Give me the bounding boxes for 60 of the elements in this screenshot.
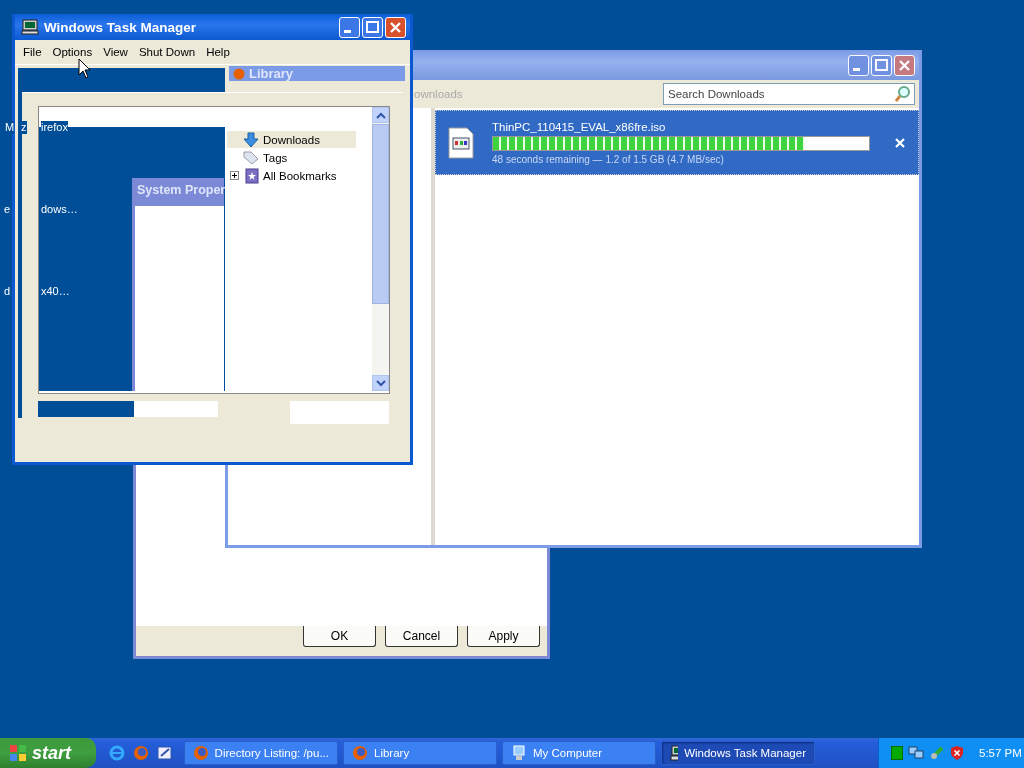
menu-item[interactable]: View [98, 46, 133, 58]
menu-item[interactable]: Help [201, 46, 235, 58]
file-name: ThinPC_110415_EVAL_x86fre.iso [492, 120, 667, 133]
network-icon[interactable] [908, 746, 924, 760]
cancel-icon[interactable] [894, 136, 906, 149]
menu-item[interactable]: Shut Down [133, 46, 201, 58]
computer-icon [21, 19, 39, 35]
expand-icon[interactable] [230, 171, 239, 180]
download-item[interactable]: ThinPC_110415_EVAL_x86fre.iso 48 seconds remaining — 1.2 of 1.5 GB (4.7 MB/sec) [435, 110, 919, 175]
taskbar-button[interactable]: Directory Listing: /pu... [184, 741, 338, 765]
scrollbar[interactable] [372, 107, 389, 391]
sidebar-item[interactable]: Downloads [227, 131, 356, 148]
file-icon [448, 126, 474, 159]
close-button[interactable] [385, 16, 406, 38]
maximize-icon [875, 59, 888, 71]
minimize-icon [853, 67, 860, 71]
desktop-icon-label: d [4, 285, 11, 298]
desktop-icon-label: irefox [41, 121, 68, 134]
scroll-down-icon[interactable] [372, 375, 389, 391]
close-icon [390, 21, 401, 33]
window-title: Windows Task Manager [44, 19, 197, 35]
desktop-icon-label: M [5, 121, 15, 134]
scroll-thumb[interactable] [372, 124, 389, 304]
window-title: Library [249, 66, 294, 81]
desktop-icon-label: z [21, 121, 27, 134]
browser-icon [352, 745, 368, 761]
computer-icon [511, 745, 527, 761]
computer-icon [670, 745, 679, 761]
tag-icon [243, 150, 259, 165]
browser-icon[interactable] [132, 744, 150, 762]
maximize-icon [366, 21, 379, 33]
sidebar-item[interactable]: All Bookmarks [227, 167, 356, 184]
shield-icon[interactable] [950, 745, 964, 761]
scroll-up-icon[interactable] [372, 107, 389, 123]
menu-item[interactable]: Options [47, 46, 98, 58]
browser-icon[interactable] [108, 744, 126, 762]
browser-icon [193, 745, 209, 761]
dialog-button[interactable]: Apply [467, 626, 540, 647]
desktop-icon-label: dows… [41, 203, 78, 216]
taskbar-button[interactable]: Windows Task Manager [661, 741, 815, 765]
maximize-button[interactable] [362, 16, 383, 38]
sidebar-item[interactable]: Tags [227, 149, 356, 166]
download-arrow-icon [243, 131, 259, 148]
minimize-icon [344, 29, 351, 33]
browser-icon [233, 67, 245, 80]
taskbar-button[interactable]: My Computer [502, 741, 656, 765]
close-icon [899, 59, 910, 71]
clock: 5:57 PM [979, 747, 1022, 759]
desktop-icon-label: x40… [41, 285, 70, 298]
book-icon [245, 167, 259, 184]
search-field[interactable]: Search Downloads [663, 83, 915, 105]
dialog-button[interactable]: OK [303, 626, 376, 647]
download-status: 48 seconds remaining — 1.2 of 1.5 GB (4.7 MB/sec) [492, 153, 725, 165]
search-icon [894, 85, 912, 103]
minimize-button[interactable] [339, 16, 360, 38]
windows-logo-icon [9, 744, 27, 762]
dialog-button[interactable]: Cancel [385, 626, 458, 647]
breadcrumb-label: ownloads [414, 88, 463, 100]
taskbar-button[interactable]: Library [343, 741, 497, 765]
menu-item[interactable]: File [18, 46, 47, 58]
